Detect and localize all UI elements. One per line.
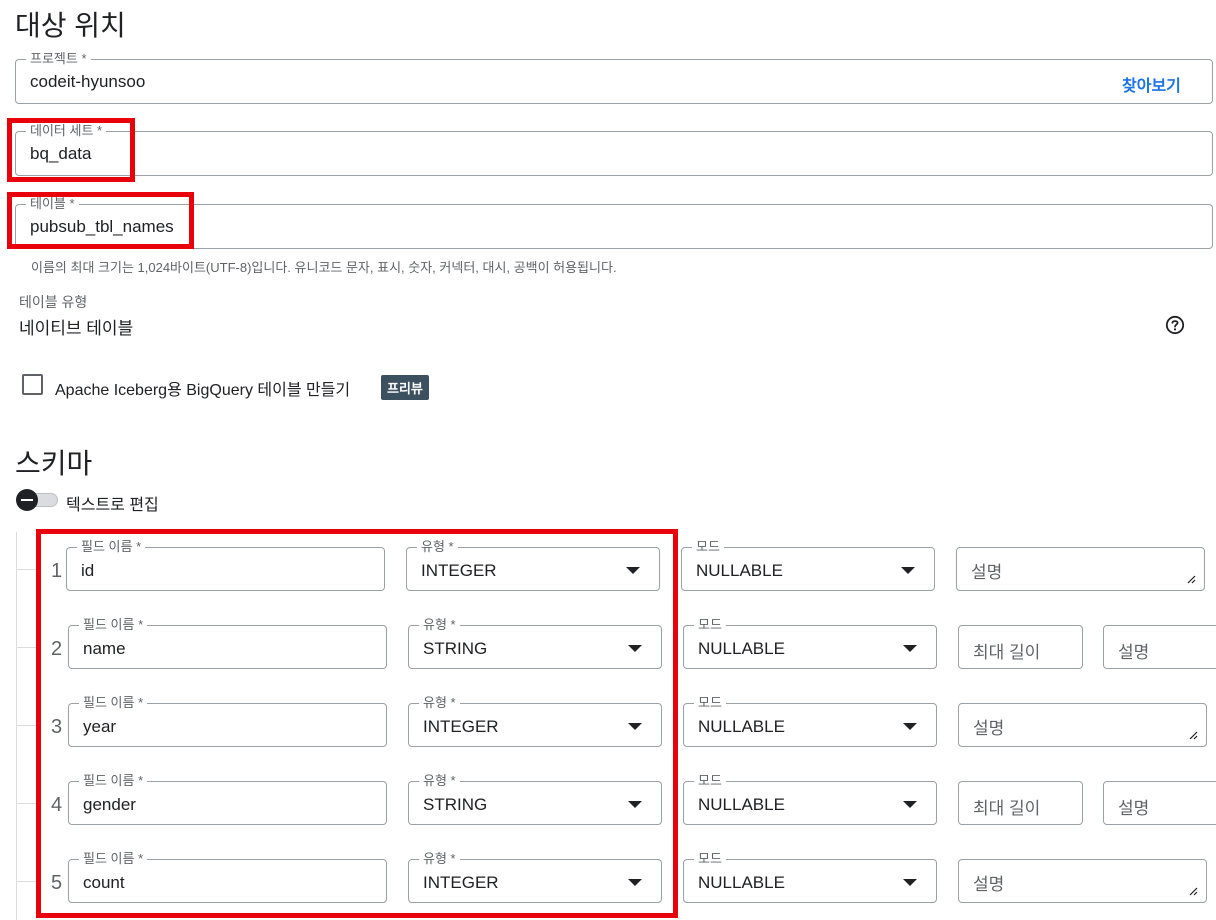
description-placeholder: 설명 xyxy=(1118,643,1150,662)
mode-select[interactable]: 모드 NULLABLE xyxy=(683,695,937,747)
highlight-table xyxy=(7,192,194,249)
mode-select[interactable]: 모드 NULLABLE xyxy=(683,773,937,825)
table-type-label: 테이블 유형 xyxy=(19,294,88,310)
description-placeholder: 설명 xyxy=(1118,799,1150,818)
description-textarea[interactable]: 설명 xyxy=(958,859,1207,903)
mode-select[interactable]: 모드 NULLABLE xyxy=(683,617,937,669)
description-textarea[interactable]: 설명 xyxy=(958,703,1207,747)
schema-tree-tick xyxy=(16,803,36,804)
project-field[interactable]: 프로젝트 * codeit-hyunsoo 찾아보기 xyxy=(15,51,1213,104)
mode-value: NULLABLE xyxy=(698,795,785,814)
chevron-down-icon xyxy=(901,567,915,574)
project-label: 프로젝트 * xyxy=(26,51,91,67)
mode-value: NULLABLE xyxy=(698,717,785,736)
chevron-down-icon xyxy=(903,645,917,652)
dataset-field[interactable]: 데이터 세트 * bq_data xyxy=(15,123,1213,176)
help-icon[interactable] xyxy=(1165,315,1185,335)
table-name-hint: 이름의 최대 크기는 1,024바이트(UTF-8)입니다. 유니코드 문자, … xyxy=(31,260,617,275)
iceberg-label: Apache Iceberg용 BigQuery 테이블 만들기 xyxy=(55,382,351,399)
schema-tree-tick xyxy=(16,725,36,726)
mode-value: NULLABLE xyxy=(696,561,783,580)
browse-link[interactable]: 찾아보기 xyxy=(1122,72,1181,96)
description-input[interactable]: 설명 xyxy=(1103,625,1216,669)
project-value: codeit-hyunsoo xyxy=(30,72,146,91)
table-type-value[interactable]: 네이티브 테이블 xyxy=(19,314,133,339)
resize-handle-icon[interactable] xyxy=(1188,886,1198,896)
max-length-input[interactable]: 최대 길이 xyxy=(958,781,1083,825)
destination-title: 대상 위치 xyxy=(15,10,126,41)
edit-as-text-toggle[interactable] xyxy=(16,489,60,511)
preview-badge: 프리뷰 xyxy=(381,375,429,400)
mode-label: 모드 xyxy=(694,695,726,711)
description-placeholder: 설명 xyxy=(973,719,1005,738)
mode-label: 모드 xyxy=(694,617,726,633)
schema-tree-tick xyxy=(16,569,36,570)
description-textarea[interactable]: 설명 xyxy=(956,547,1205,591)
schema-title: 스키마 xyxy=(15,448,93,479)
mode-label: 모드 xyxy=(694,851,726,867)
mode-value: NULLABLE xyxy=(698,873,785,892)
resize-handle-icon[interactable] xyxy=(1186,574,1196,584)
iceberg-checkbox[interactable] xyxy=(22,374,43,395)
max-length-placeholder: 최대 길이 xyxy=(973,799,1041,818)
table-field[interactable]: 테이블 * pubsub_tbl_names xyxy=(15,196,1213,249)
max-length-placeholder: 최대 길이 xyxy=(973,643,1041,662)
chevron-down-icon xyxy=(903,801,917,808)
mode-select[interactable]: 모드 NULLABLE xyxy=(683,851,937,903)
schema-tree-tick xyxy=(16,647,36,648)
schema-tree-tick xyxy=(16,881,36,882)
mode-label: 모드 xyxy=(692,539,724,555)
chevron-down-icon xyxy=(903,879,917,886)
resize-handle-icon[interactable] xyxy=(1188,730,1198,740)
highlight-schema-fields xyxy=(36,529,678,918)
description-input[interactable]: 설명 xyxy=(1103,781,1216,825)
description-placeholder: 설명 xyxy=(971,563,1003,582)
chevron-down-icon xyxy=(903,723,917,730)
description-placeholder: 설명 xyxy=(973,875,1005,894)
mode-label: 모드 xyxy=(694,773,726,789)
highlight-dataset xyxy=(7,118,135,182)
mode-select[interactable]: 모드 NULLABLE xyxy=(681,539,935,591)
mode-value: NULLABLE xyxy=(698,639,785,658)
schema-tree-line xyxy=(16,532,17,920)
max-length-input[interactable]: 최대 길이 xyxy=(958,625,1083,669)
edit-as-text-label: 텍스트로 편집 xyxy=(66,497,159,514)
